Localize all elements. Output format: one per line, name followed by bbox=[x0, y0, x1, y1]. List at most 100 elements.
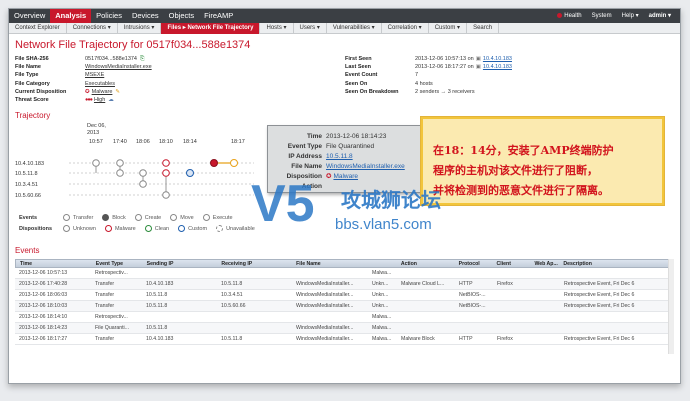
subnav-context-explorer[interactable]: Context Explorer bbox=[9, 22, 67, 34]
host-label[interactable]: 10.5.60.66 bbox=[15, 193, 41, 199]
unknown-icon bbox=[63, 225, 70, 232]
table-cell: 10.4.10.183 bbox=[146, 281, 174, 287]
tooltip-ip-link[interactable]: 10.5.11.8 bbox=[326, 152, 353, 162]
table-row[interactable]: 2013-12-06 18:17:27 Transfer 10.4.10.183 10… bbox=[15, 334, 673, 345]
table-row[interactable]: 2013-12-06 18:14:23 File Quaranti... 10.5.… bbox=[15, 323, 673, 334]
column-header-file-name[interactable]: File Name bbox=[292, 261, 368, 267]
time-label: 17:40 bbox=[113, 139, 127, 145]
table-cell: WindowsMediaInstaller... bbox=[296, 336, 354, 342]
edit-icon[interactable]: ✎ bbox=[115, 88, 120, 96]
table-cell: 10.5.11.8 bbox=[221, 336, 243, 342]
subnav-files[interactable]: Files ▸ Network File Trajectory bbox=[161, 22, 261, 34]
quarantine-node[interactable] bbox=[186, 169, 194, 177]
disposition-link[interactable]: Malware bbox=[92, 88, 113, 96]
info-row: Current Disposition ✪ Malware ✎ bbox=[15, 88, 152, 96]
table-body: 2013-12-06 10:57:13 Retrospectiv... Malwa.… bbox=[15, 268, 673, 345]
column-header-action[interactable]: Action bbox=[397, 261, 455, 267]
table-cell: 10.5.11.8 bbox=[221, 281, 243, 287]
unavailable-icon bbox=[216, 225, 224, 232]
legend-text: Unavailable bbox=[226, 225, 255, 232]
column-header-web-app[interactable]: Web Ap... bbox=[530, 261, 559, 267]
event-node[interactable] bbox=[230, 159, 238, 167]
event-node[interactable] bbox=[139, 169, 147, 177]
file-type-link[interactable]: MSEXE bbox=[85, 71, 104, 79]
event-node[interactable] bbox=[139, 180, 147, 188]
info-row: Threat Score ●●● High ☁ bbox=[15, 96, 152, 104]
threat-score-link[interactable]: High bbox=[94, 96, 105, 104]
legend-item-block: Block bbox=[102, 214, 126, 221]
info-label: Event Count bbox=[345, 72, 378, 79]
subnav-search[interactable]: Search bbox=[467, 22, 500, 34]
info-label: Current Disposition bbox=[15, 88, 67, 95]
last-seen-ip-link[interactable]: 10.4.10.183 bbox=[483, 63, 512, 71]
event-node[interactable] bbox=[92, 159, 100, 167]
copy-icon[interactable]: ⎘ bbox=[140, 55, 144, 63]
column-header-time[interactable]: Time bbox=[16, 261, 92, 267]
table-row[interactable]: 2013-12-06 18:14:10 Retrospectiv... Malwa.… bbox=[15, 312, 673, 323]
file-category-link[interactable]: Executables bbox=[85, 80, 115, 88]
subnav-vulnerabilities[interactable]: Vulnerabilities ▾ bbox=[327, 22, 382, 34]
cloud-icon: ☁ bbox=[108, 97, 114, 104]
legend-item-unavailable: Unavailable bbox=[216, 225, 255, 232]
column-header-protocol[interactable]: Protocol bbox=[455, 261, 493, 267]
table-cell: 2013-12-06 18:10:03 bbox=[19, 303, 68, 309]
table-row[interactable]: 2013-12-06 17:40:28 Transfer 10.4.10.183 10… bbox=[15, 279, 673, 290]
subnav-intrusions[interactable]: Intrusions ▾ bbox=[118, 22, 162, 34]
nav-overview[interactable]: Overview bbox=[9, 9, 50, 23]
subnav-users[interactable]: Users ▾ bbox=[294, 22, 327, 34]
column-header-receiving-ip[interactable]: Receiving IP bbox=[217, 261, 292, 267]
first-seen-ip-link[interactable]: 10.4.10.183 bbox=[483, 55, 512, 63]
table-cell: Retrospectiv... bbox=[95, 314, 128, 320]
table-cell: Transfer bbox=[95, 336, 115, 342]
legend-item-execute: Execute bbox=[202, 214, 233, 221]
subnav-correlation[interactable]: Correlation ▾ bbox=[382, 22, 429, 34]
host-label[interactable]: 10.3.4.51 bbox=[15, 182, 38, 188]
file-info-right: First Seen 2013-12-06 10:57:13 on ▣ 10.4.10… bbox=[345, 55, 512, 96]
legend-label: Dispositions bbox=[19, 225, 53, 232]
table-cell: 2013-12-06 18:14:10 bbox=[19, 314, 68, 320]
event-node[interactable] bbox=[116, 159, 124, 167]
event-node[interactable] bbox=[116, 169, 124, 177]
table-cell: Unkn... bbox=[372, 281, 389, 287]
user-menu[interactable]: admin ▾ bbox=[644, 9, 676, 23]
system-menu[interactable]: System bbox=[587, 9, 617, 23]
dispositions-legend: Dispositions Unknown Malware Clean Custo… bbox=[19, 225, 264, 232]
column-header-client[interactable]: Client bbox=[493, 261, 531, 267]
info-label: File Type bbox=[15, 72, 39, 79]
event-node[interactable] bbox=[162, 169, 170, 177]
nav-analysis[interactable]: Analysis bbox=[50, 9, 92, 23]
table-cell: Transfer bbox=[95, 281, 115, 287]
nav-fireamp[interactable]: FireAMP bbox=[199, 9, 238, 23]
health-menu[interactable]: Health bbox=[552, 9, 586, 23]
file-name-link[interactable]: WindowsMediaInstaller.exe bbox=[85, 63, 152, 71]
table-scrollbar[interactable] bbox=[668, 259, 674, 354]
file-info-left: File SHA-256 0517f034...588e1374 ⎘ File Na… bbox=[15, 55, 152, 104]
table-cell: WindowsMediaInstaller... bbox=[296, 325, 354, 331]
table-row[interactable]: 2013-12-06 18:10:03 Transfer 10.5.11.8 10.5… bbox=[15, 301, 673, 312]
event-node[interactable] bbox=[162, 159, 170, 167]
info-row: Event Count 7 bbox=[345, 71, 512, 79]
column-header-description[interactable]: Description bbox=[559, 261, 672, 267]
host-label[interactable]: 10.5.11.8 bbox=[15, 171, 38, 177]
nav-devices[interactable]: Devices bbox=[127, 9, 164, 23]
host-label[interactable]: 10.4.10.183 bbox=[15, 161, 44, 167]
last-seen-value: 2013-12-06 18:17:27 on bbox=[415, 64, 474, 71]
subnav-hosts[interactable]: Hosts ▾ bbox=[260, 22, 294, 34]
table-row[interactable]: 2013-12-06 10:57:13 Retrospectiv... Malwa.… bbox=[15, 268, 673, 279]
table-row[interactable]: 2013-12-06 18:06:03 Transfer 10.5.11.8 10.3… bbox=[15, 290, 673, 301]
malware-icon: ✪ bbox=[85, 88, 90, 95]
table-cell: 2013-12-06 18:06:03 bbox=[19, 292, 68, 298]
column-header-sending-ip[interactable]: Sending IP bbox=[143, 261, 218, 267]
subnav-connections[interactable]: Connections ▾ bbox=[67, 22, 118, 34]
help-menu[interactable]: Help ▾ bbox=[617, 9, 644, 23]
event-node[interactable] bbox=[162, 191, 170, 199]
tooltip-time: 2013-12-06 18:14:23 bbox=[326, 133, 387, 140]
block-node[interactable] bbox=[210, 159, 218, 167]
subnav-custom[interactable]: Custom ▾ bbox=[429, 22, 468, 34]
table-cell: 10.4.10.183 bbox=[146, 336, 174, 342]
nav-objects[interactable]: Objects bbox=[164, 9, 199, 23]
nav-policies[interactable]: Policies bbox=[91, 9, 127, 23]
column-header-event-type[interactable]: Event Type bbox=[92, 261, 143, 267]
sha-value: 0517f034...588e1374 bbox=[85, 56, 137, 62]
create-icon bbox=[134, 214, 142, 221]
